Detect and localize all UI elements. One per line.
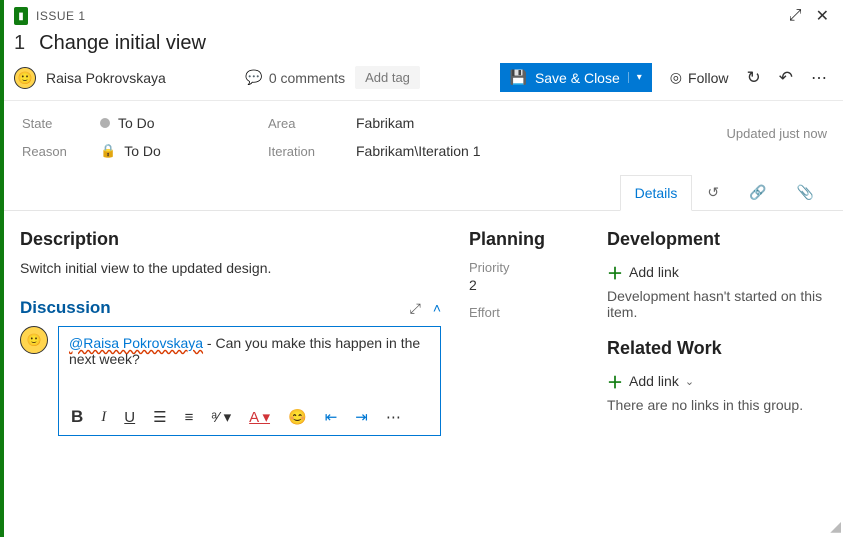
description-text[interactable]: Switch initial view to the updated desig…: [20, 260, 441, 276]
priority-value[interactable]: 2: [469, 277, 579, 293]
related-heading: Related Work: [607, 338, 827, 359]
close-icon[interactable]: ✕: [816, 6, 829, 26]
area-value[interactable]: Fabrikam: [356, 115, 556, 131]
development-heading: Development: [607, 229, 827, 250]
state-value[interactable]: To Do: [100, 115, 250, 131]
issue-type-label: ISSUE 1: [36, 9, 789, 23]
expand-icon[interactable]: ⤢: [789, 7, 802, 25]
issue-id: 1: [14, 32, 25, 55]
follow-label: Follow: [688, 70, 728, 86]
assignee-avatar[interactable]: 🙂: [14, 67, 36, 89]
toolbar-more-button[interactable]: ⋯: [386, 408, 401, 426]
iteration-label: Iteration: [268, 144, 338, 159]
effort-label: Effort: [469, 305, 579, 320]
planning-heading: Planning: [469, 229, 579, 250]
priority-label: Priority: [469, 260, 579, 275]
reason-text: To Do: [124, 143, 161, 159]
follow-button[interactable]: ◎ Follow: [670, 69, 729, 86]
save-icon: 💾: [510, 69, 527, 86]
left-column: Description Switch initial view to the u…: [20, 225, 441, 436]
more-actions-icon[interactable]: ⋯: [811, 68, 829, 88]
indent-button[interactable]: ⇥: [355, 408, 368, 426]
comment-icon: 💬: [245, 69, 262, 86]
emoji-button[interactable]: 😊: [288, 408, 307, 426]
history-icon: ↺: [707, 184, 719, 201]
save-close-button[interactable]: 💾 Save & Close ▾: [500, 63, 652, 92]
body: Description Switch initial view to the u…: [0, 211, 843, 446]
tabs-row: Details ↺ 🔗 📎: [0, 175, 843, 211]
updated-label: Updated just now: [727, 126, 827, 141]
state-dot-icon: [100, 118, 110, 128]
related-add-link-label: Add link: [629, 373, 679, 389]
chevron-down-icon: ⌄: [685, 375, 694, 388]
attachment-icon: 📎: [797, 184, 814, 201]
description-heading: Description: [20, 229, 441, 250]
development-add-link-label: Add link: [629, 264, 679, 280]
state-text: To Do: [118, 115, 155, 131]
discussion-expand-icon[interactable]: ⤢: [410, 300, 421, 317]
underline-button[interactable]: U: [124, 409, 135, 426]
title-row: 1 Change initial view: [0, 28, 843, 63]
tab-attachments[interactable]: 📎: [782, 175, 829, 210]
editor-toolbar: B I U ☰ ≡ ᵃ⁄ ▾ A ▾ 😊 ⇤ ⇥ ⋯: [59, 400, 440, 435]
state-label: State: [22, 116, 82, 131]
issue-title[interactable]: Change initial view: [39, 32, 206, 55]
fields-grid: State To Do Area Fabrikam Reason 🔒 To Do…: [0, 101, 843, 175]
comment-editor[interactable]: @Raisa Pokrovskaya - Can you make this h…: [58, 326, 441, 436]
action-bar: 🙂 Raisa Pokrovskaya 💬 0 comments Add tag…: [0, 63, 843, 100]
iteration-value[interactable]: Fabrikam\Iteration 1: [356, 143, 556, 159]
numbered-list-button[interactable]: ≡: [185, 409, 194, 426]
outdent-button[interactable]: ⇤: [325, 408, 338, 426]
add-tag-button[interactable]: Add tag: [355, 66, 420, 89]
save-close-label: Save & Close: [535, 70, 620, 86]
development-text: Development hasn't started on this item.: [607, 288, 827, 320]
discussion-heading: Discussion: [20, 298, 111, 318]
clear-format-button[interactable]: ᵃ⁄ ▾: [211, 408, 231, 426]
refresh-icon[interactable]: ↻: [746, 68, 760, 88]
tab-links[interactable]: 🔗: [734, 175, 781, 210]
comment-avatar: 🙂: [20, 326, 48, 354]
bold-button[interactable]: B: [71, 407, 83, 427]
related-add-link[interactable]: ＋ Add link ⌄: [607, 369, 827, 393]
issue-type-icon: ▮: [14, 7, 28, 25]
mention[interactable]: @Raisa Pokrovskaya: [69, 335, 203, 351]
save-dropdown-icon[interactable]: ▾: [628, 72, 642, 83]
lock-icon: 🔒: [100, 143, 116, 159]
accent-bar: [0, 0, 4, 537]
plus-icon: ＋: [607, 369, 623, 393]
tab-details[interactable]: Details: [620, 175, 693, 211]
italic-button[interactable]: I: [101, 409, 106, 426]
comments-count: 0 comments: [269, 70, 345, 86]
tab-history[interactable]: ↺: [692, 175, 734, 210]
related-text: There are no links in this group.: [607, 397, 827, 413]
undo-icon[interactable]: ↶: [779, 68, 793, 88]
plus-icon: ＋: [607, 260, 623, 284]
comment-text[interactable]: @Raisa Pokrovskaya - Can you make this h…: [59, 327, 440, 400]
follow-icon: ◎: [670, 69, 682, 86]
assignee-name[interactable]: Raisa Pokrovskaya: [46, 70, 166, 86]
right-column: Development ＋ Add link Development hasn'…: [607, 225, 827, 436]
reason-value[interactable]: 🔒 To Do: [100, 143, 250, 159]
development-add-link[interactable]: ＋ Add link: [607, 260, 827, 284]
text-color-button[interactable]: A ▾: [249, 408, 270, 426]
area-label: Area: [268, 116, 338, 131]
reason-label: Reason: [22, 144, 82, 159]
discussion-collapse-icon[interactable]: ˄: [433, 300, 441, 317]
header-row: ▮ ISSUE 1 ⤢ ✕: [0, 0, 843, 28]
comments-button[interactable]: 💬 0 comments: [245, 69, 345, 86]
bullet-list-button[interactable]: ☰: [153, 408, 166, 426]
planning-column: Planning Priority 2 Effort: [469, 225, 579, 436]
resize-handle-icon[interactable]: ◢: [830, 518, 841, 535]
link-icon: 🔗: [749, 184, 766, 201]
